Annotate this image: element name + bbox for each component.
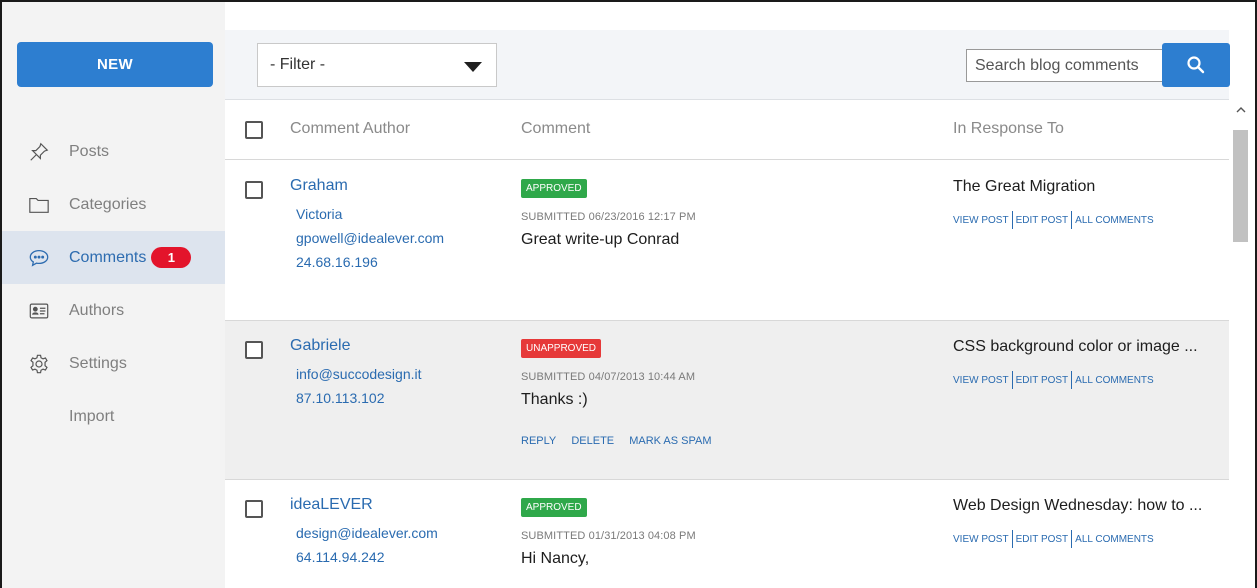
all-comments-link[interactable]: ALL COMMENTS [1075,375,1154,386]
submitted-date: SUBMITTED 04/07/2013 10:44 AM [521,371,696,383]
comment-text: Great write-up Conrad [521,231,680,248]
status-badge: APPROVED [521,179,587,198]
sidebar: NEW Posts Categories Comments 1 Authors … [2,2,225,588]
sidebar-item-label: Categories [69,195,147,213]
column-header-author: Comment Author [290,120,411,137]
table-row: Graham Victoria gpowell@idealever.com 24… [225,161,1229,321]
edit-post-link[interactable]: EDIT POST [1016,215,1069,226]
post-title: The Great Migration [953,178,1096,195]
column-header-comment: Comment [521,120,591,137]
search-icon [1187,56,1205,74]
mark-as-spam-button[interactable]: MARK AS SPAM [629,435,711,447]
comment-actions: REPLY DELETE MARK AS SPAM [521,435,724,447]
sidebar-item-posts[interactable]: Posts [2,125,225,178]
author-email[interactable]: info@succodesign.it [296,366,422,382]
comment-author-link[interactable]: Graham [290,177,348,195]
all-comments-link[interactable]: ALL COMMENTS [1075,534,1154,545]
scrollbar-thumb[interactable] [1233,130,1248,242]
search-button[interactable] [1162,43,1230,87]
view-post-link[interactable]: VIEW POST [953,375,1009,386]
scroll-up-arrow-icon[interactable] [1230,103,1252,117]
status-badge: UNAPPROVED [521,339,602,358]
link-divider [1071,530,1073,548]
sidebar-item-settings[interactable]: Settings [2,337,225,390]
column-header-response: In Response To [953,120,1064,137]
sidebar-item-label: Settings [69,354,127,372]
table-header: Comment Author Comment In Response To [225,101,1229,160]
comment-text: Hi Nancy, [521,550,590,567]
sidebar-item-categories[interactable]: Categories [2,178,225,231]
row-checkbox[interactable] [245,341,263,359]
author-ip: 24.68.16.196 [296,254,378,270]
edit-post-link[interactable]: EDIT POST [1016,375,1069,386]
link-divider [1011,530,1013,548]
delete-button[interactable]: DELETE [571,435,614,447]
filter-dropdown[interactable]: - Filter - [257,43,497,87]
post-title: CSS background color or image ... [953,338,1198,355]
search-input[interactable] [966,49,1163,82]
post-links: VIEW POST EDIT POST ALL COMMENTS [953,530,1154,548]
submitted-date: SUBMITTED 01/31/2013 04:08 PM [521,530,696,542]
caret-down-icon [464,62,482,72]
filter-label: - Filter - [270,56,326,73]
link-divider [1011,371,1013,389]
sidebar-item-import[interactable]: Import [2,390,225,443]
submitted-date: SUBMITTED 06/23/2016 12:17 PM [521,211,696,223]
status-badge: APPROVED [521,498,587,517]
link-divider [1071,371,1073,389]
link-divider [1011,211,1013,229]
author-email[interactable]: gpowell@idealever.com [296,230,444,246]
author-ip: 87.10.113.102 [296,390,385,406]
comment-author-link[interactable]: ideaLEVER [290,496,373,514]
table-row: Gabriele info@succodesign.it 87.10.113.1… [225,321,1229,480]
sidebar-item-label: Posts [69,142,110,160]
sidebar-item-authors[interactable]: Authors [2,284,225,337]
edit-post-link[interactable]: EDIT POST [1016,534,1069,545]
author-ip: 64.114.94.242 [296,549,385,565]
comment-author-link[interactable]: Gabriele [290,337,350,355]
sidebar-item-comments[interactable]: Comments 1 [2,231,225,284]
comment-icon [28,247,50,269]
sidebar-nav: Posts Categories Comments 1 Authors Sett… [2,125,225,443]
pin-icon [28,141,50,163]
sidebar-item-label: Comments [69,248,147,266]
toolbar: - Filter - [225,30,1230,100]
author-email[interactable]: design@idealever.com [296,525,438,541]
post-links: VIEW POST EDIT POST ALL COMMENTS [953,371,1154,389]
row-checkbox[interactable] [245,181,263,199]
post-links: VIEW POST EDIT POST ALL COMMENTS [953,211,1154,229]
new-button[interactable]: NEW [17,42,213,87]
gear-icon [28,353,50,375]
folder-icon [28,194,50,216]
row-checkbox[interactable] [245,500,263,518]
id-card-icon [28,300,50,322]
select-all-checkbox[interactable] [245,121,263,139]
post-title: Web Design Wednesday: how to ... [953,497,1203,514]
comments-count-badge: 1 [151,247,192,268]
comments-panel: - Filter - Comment Author Comment In Res… [225,30,1253,588]
comment-text: Thanks :) [521,391,588,408]
all-comments-link[interactable]: ALL COMMENTS [1075,215,1154,226]
sidebar-item-label: Import [69,407,115,425]
reply-button[interactable]: REPLY [521,435,556,447]
sidebar-item-label: Authors [69,301,125,319]
author-location: Victoria [296,206,343,222]
view-post-link[interactable]: VIEW POST [953,215,1009,226]
table-row: ideaLEVER design@idealever.com 64.114.94… [225,480,1229,588]
link-divider [1071,211,1073,229]
view-post-link[interactable]: VIEW POST [953,534,1009,545]
